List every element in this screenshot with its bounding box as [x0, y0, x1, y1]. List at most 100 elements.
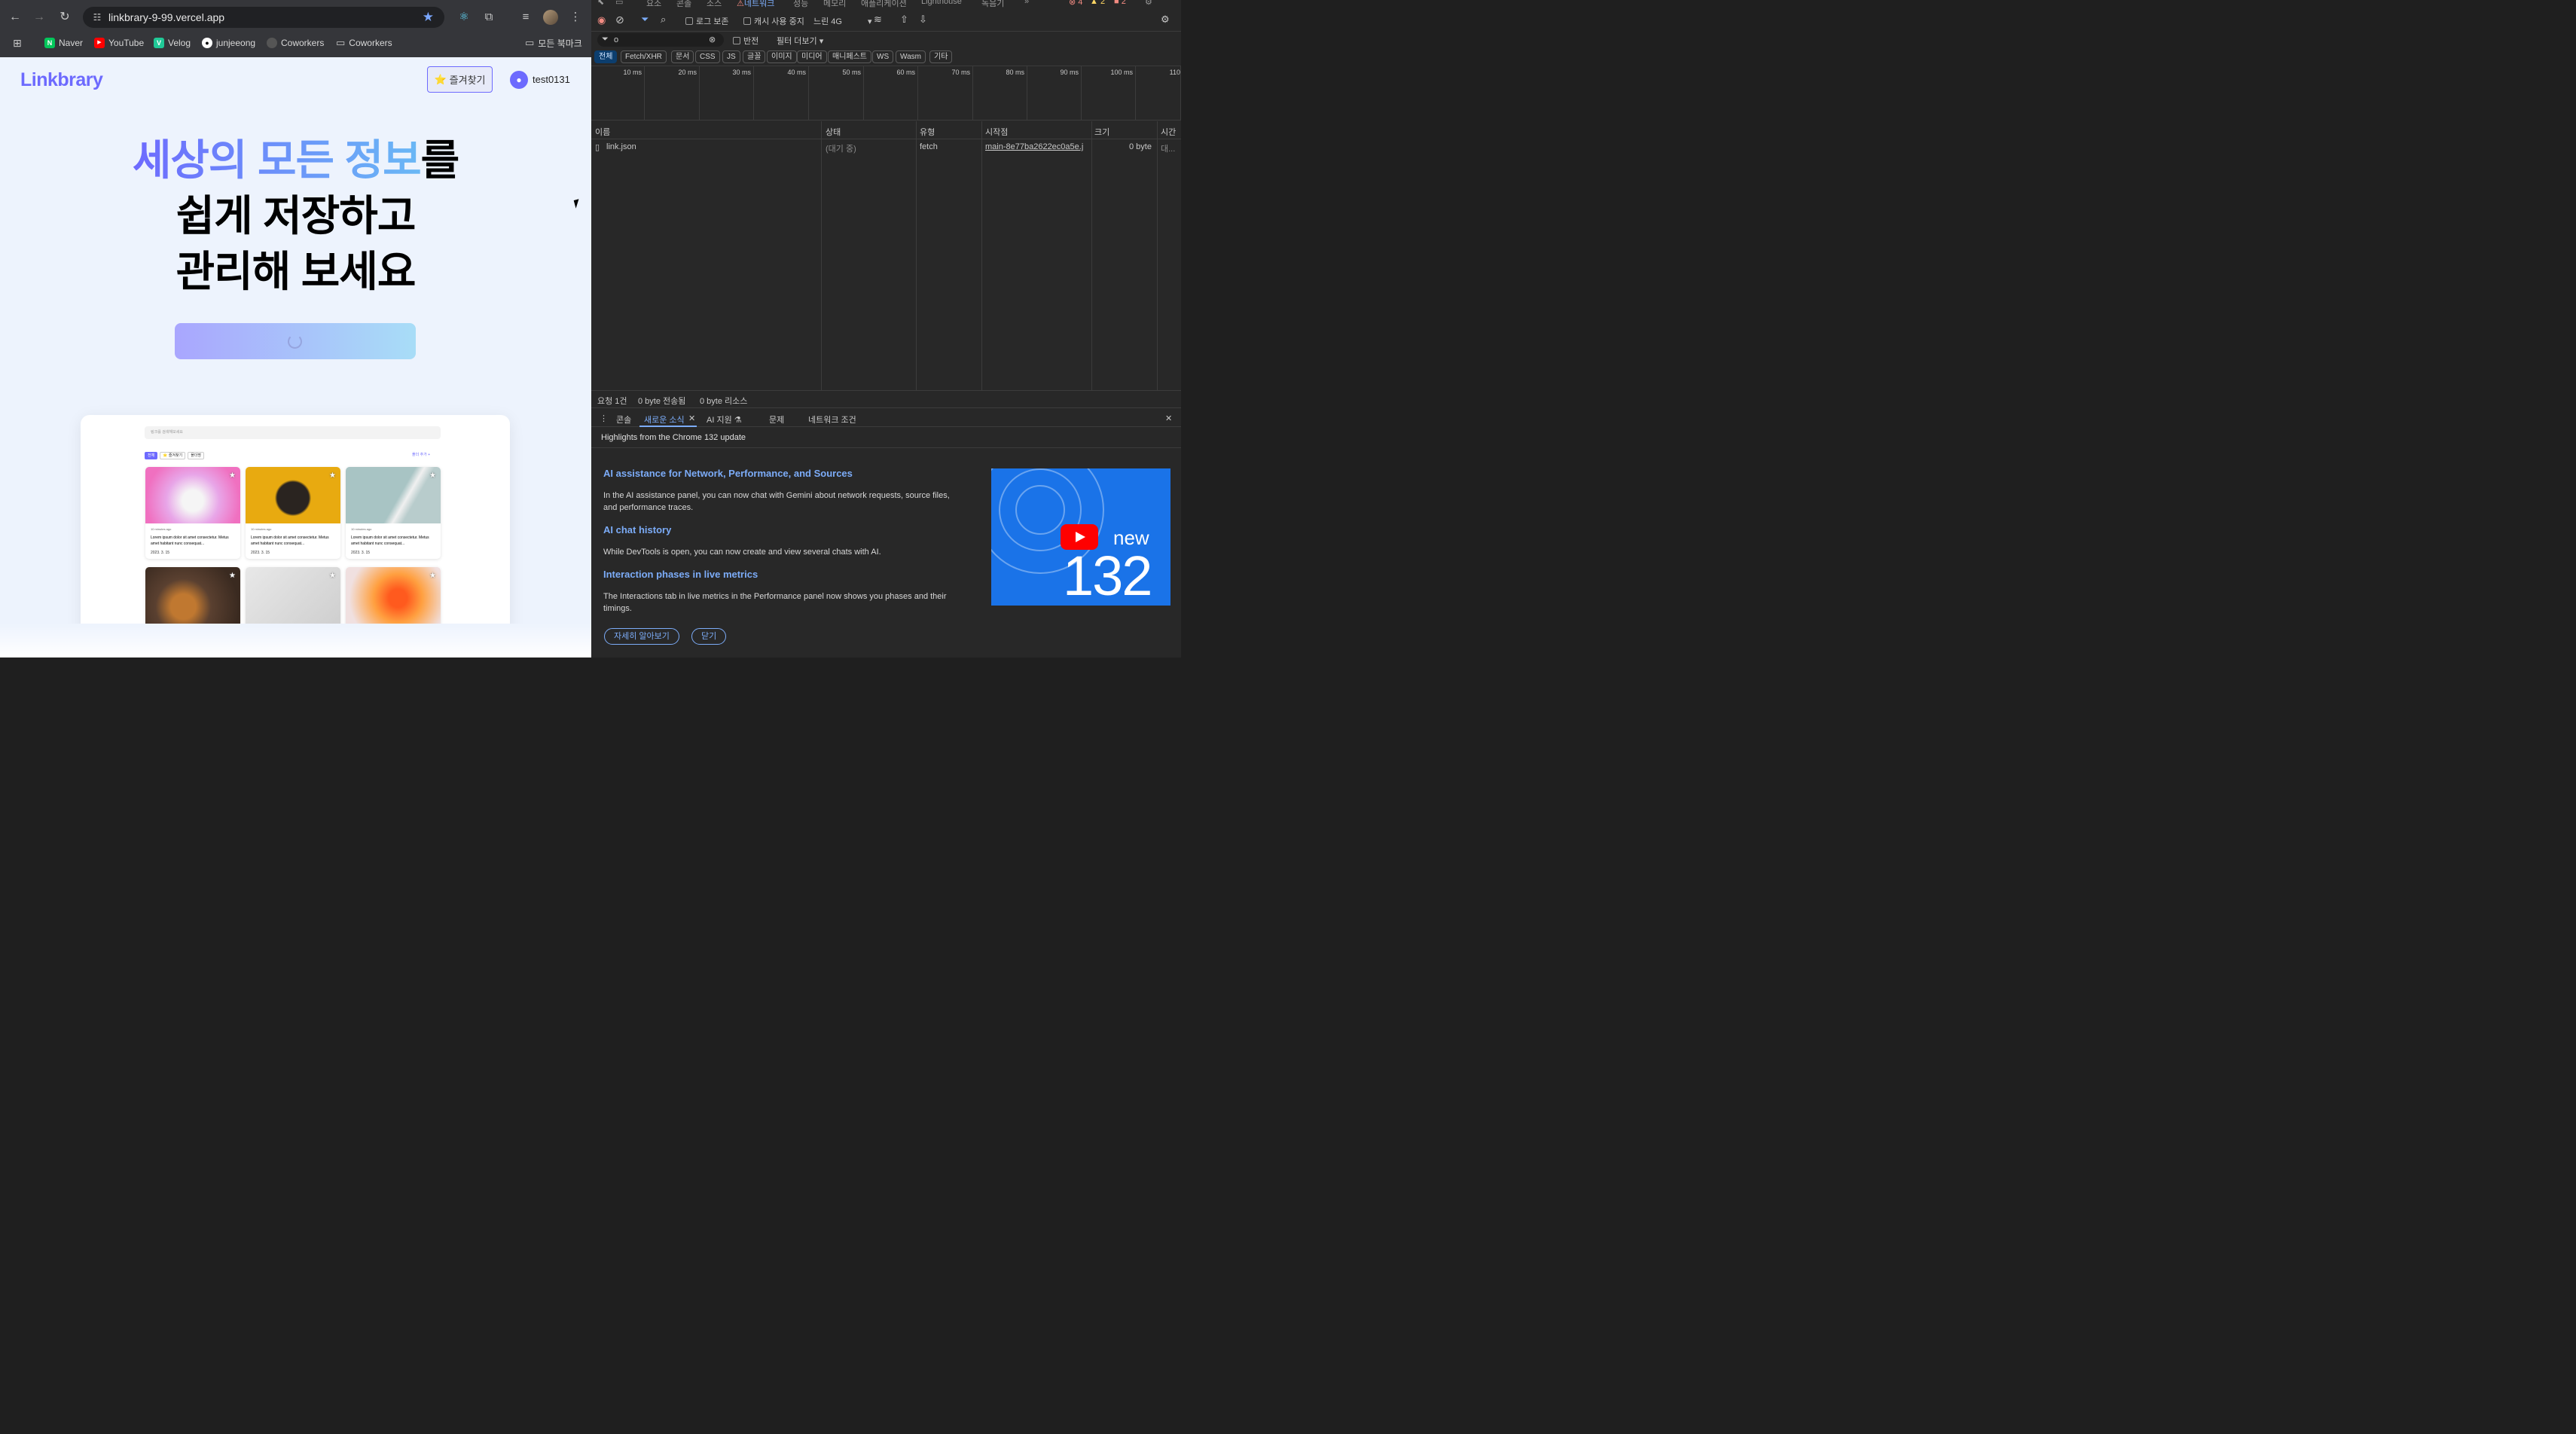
- col-size[interactable]: 크기: [1094, 126, 1109, 138]
- preview-tag: ⭐ 즐겨찾기: [160, 452, 186, 459]
- start-button[interactable]: [175, 323, 416, 359]
- drawer-tab-ai[interactable]: AI 지원 ⚗: [707, 413, 742, 426]
- request-name[interactable]: link.json: [606, 142, 636, 151]
- clear-filter-icon[interactable]: ⊗: [709, 35, 716, 44]
- close-button[interactable]: 닫기: [691, 628, 727, 645]
- site-info-icon[interactable]: ☷: [90, 11, 104, 24]
- type-ws[interactable]: WS: [872, 50, 894, 63]
- type-other[interactable]: 기타: [929, 50, 953, 63]
- forward-icon[interactable]: →: [31, 9, 47, 26]
- preserve-log-checkbox[interactable]: 로그 보존: [685, 15, 729, 27]
- type-font[interactable]: 글꼴: [743, 50, 766, 63]
- back-icon[interactable]: ←: [7, 9, 23, 26]
- username[interactable]: test0131: [533, 74, 570, 85]
- invert-checkbox[interactable]: 반전: [733, 35, 758, 47]
- news-title[interactable]: AI chat history: [603, 524, 671, 535]
- type-img[interactable]: 이미지: [767, 50, 797, 63]
- export-har-icon[interactable]: ⇩: [919, 14, 927, 26]
- tab-performance[interactable]: 성능: [793, 0, 808, 9]
- bookmark-github[interactable]: ● junjeeong: [202, 36, 255, 50]
- type-fetch-xhr[interactable]: Fetch/XHR: [621, 50, 667, 63]
- type-all[interactable]: 전체: [594, 50, 618, 63]
- apps-icon[interactable]: ⊞: [13, 36, 22, 50]
- react-devtools-icon[interactable]: ⚛: [456, 9, 472, 26]
- request-initiator[interactable]: main-8e77ba2622ec0a5e.j: [985, 142, 1091, 151]
- tab-memory[interactable]: 메모리: [823, 0, 846, 9]
- drawer-menu-icon[interactable]: ⋮: [600, 413, 608, 423]
- tab-sources[interactable]: 소스: [707, 0, 722, 9]
- drawer-tab-whats-new[interactable]: 새로운 소식: [644, 413, 685, 426]
- device-toggle-icon[interactable]: ▭: [615, 0, 623, 7]
- type-js[interactable]: JS: [722, 50, 740, 63]
- tab-lighthouse[interactable]: Lighthouse: [921, 0, 962, 6]
- learn-more-button[interactable]: 자세히 알아보기: [604, 628, 679, 645]
- network-conditions-icon[interactable]: ≋: [874, 14, 882, 26]
- network-settings-icon[interactable]: ⚙: [1161, 14, 1170, 26]
- type-wasm[interactable]: Wasm: [896, 50, 926, 63]
- bookmark-youtube[interactable]: ▶ YouTube: [94, 36, 144, 50]
- table-row[interactable]: ▯ link.json (대기 중) fetch main-8e77ba2622…: [591, 139, 1181, 156]
- type-doc[interactable]: 문서: [671, 50, 694, 63]
- inspect-icon[interactable]: ⬉: [597, 0, 604, 7]
- tab-network[interactable]: ⚠네트워크: [737, 0, 774, 9]
- favorites-button[interactable]: ⭐ 즐겨찾기: [427, 66, 493, 93]
- drawer-tab-console[interactable]: 콘솔: [616, 413, 631, 426]
- bookmark-coworkers[interactable]: Coworkers: [267, 36, 324, 50]
- search-icon[interactable]: ⌕: [661, 14, 666, 26]
- user-avatar-icon[interactable]: ●: [510, 71, 528, 89]
- drawer-tab-issues[interactable]: 문제: [769, 413, 784, 426]
- star-icon: ★: [429, 471, 436, 480]
- col-status[interactable]: 상태: [826, 126, 841, 138]
- extensions-icon[interactable]: ⧉: [481, 9, 497, 26]
- col-initiator[interactable]: 시작점: [985, 126, 1008, 138]
- close-tab-icon[interactable]: ✕: [688, 413, 695, 423]
- tab-recorder[interactable]: 녹음기: [981, 0, 1004, 9]
- drawer-tab-network-conditions[interactable]: 네트워크 조건: [808, 413, 856, 426]
- bookmark-naver[interactable]: N Naver: [44, 36, 83, 50]
- media-controls-icon[interactable]: ≡: [517, 9, 534, 26]
- filter-input[interactable]: ⏷ o ⊗: [597, 33, 724, 47]
- error-badge[interactable]: ⊗ 4: [1069, 0, 1082, 7]
- bookmark-star-icon[interactable]: ★: [423, 10, 434, 25]
- type-media[interactable]: 미디어: [797, 50, 827, 63]
- more-filters-button[interactable]: 필터 더보기 ▾: [777, 35, 823, 47]
- bookmark-folder-coworkers[interactable]: ▭ Coworkers: [336, 36, 392, 50]
- star-icon: ★: [429, 572, 436, 580]
- all-bookmarks[interactable]: ▭ 모든 북마크: [525, 36, 582, 50]
- news-title[interactable]: AI assistance for Network, Performance, …: [603, 468, 853, 479]
- network-toolbar: ◉ ⊘ ⏷ ⌕ 로그 보존 캐시 사용 중지 느린 4G ▾ ≋ ⇧ ⇩ ⚙: [591, 11, 1181, 32]
- reload-icon[interactable]: ↻: [56, 9, 73, 26]
- warning-badge[interactable]: ▲ 2: [1090, 0, 1105, 6]
- tab-console[interactable]: 콘솔: [676, 0, 691, 9]
- preview-tags: 전체 ⭐ 즐겨찾기 폴더명: [145, 452, 205, 459]
- throttle-select[interactable]: 느린 4G ▾: [813, 15, 872, 27]
- summary-transferred: 0 byte 전송됨: [638, 397, 686, 406]
- import-har-icon[interactable]: ⇧: [900, 14, 908, 26]
- video-thumbnail[interactable]: new 132: [991, 468, 1170, 606]
- type-manifest[interactable]: 매니페스트: [828, 50, 871, 63]
- disable-cache-checkbox[interactable]: 캐시 사용 중지: [743, 15, 804, 27]
- network-timeline[interactable]: 10 ms 20 ms 30 ms 40 ms 50 ms 60 ms 70 m…: [591, 66, 1181, 121]
- type-filter-bar: 전체 Fetch/XHR 문서 CSS JS 글꼴 이미지 미디어 매니페스트 …: [591, 48, 1181, 66]
- col-time[interactable]: 시간: [1161, 126, 1176, 138]
- menu-kebab-icon[interactable]: ⋮: [567, 9, 584, 26]
- url-text[interactable]: linkbrary-9-99.vercel.app: [108, 11, 224, 23]
- close-drawer-icon[interactable]: ✕: [1165, 413, 1172, 423]
- bookmark-velog[interactable]: V Velog: [154, 36, 191, 50]
- more-tabs-icon[interactable]: »: [1024, 0, 1029, 6]
- col-type[interactable]: 유형: [920, 126, 935, 138]
- filter-icon[interactable]: ⏷: [641, 14, 649, 26]
- settings-icon[interactable]: ⚙: [1145, 0, 1152, 7]
- profile-avatar[interactable]: [543, 10, 558, 25]
- record-icon[interactable]: ◉: [597, 14, 606, 26]
- star-icon: ⭐: [434, 73, 447, 85]
- news-title[interactable]: Interaction phases in live metrics: [603, 569, 758, 580]
- clear-icon[interactable]: ⊘: [615, 14, 624, 26]
- linkbrary-logo[interactable]: Linkbrary: [20, 69, 103, 91]
- issues-badge[interactable]: ■ 2: [1114, 0, 1126, 6]
- col-name[interactable]: 이름: [595, 126, 610, 138]
- tab-application[interactable]: 애플리케이션: [861, 0, 907, 9]
- type-css[interactable]: CSS: [695, 50, 720, 63]
- tab-elements[interactable]: 요소: [646, 0, 661, 9]
- address-bar[interactable]: ☷ linkbrary-9-99.vercel.app ★: [83, 7, 444, 28]
